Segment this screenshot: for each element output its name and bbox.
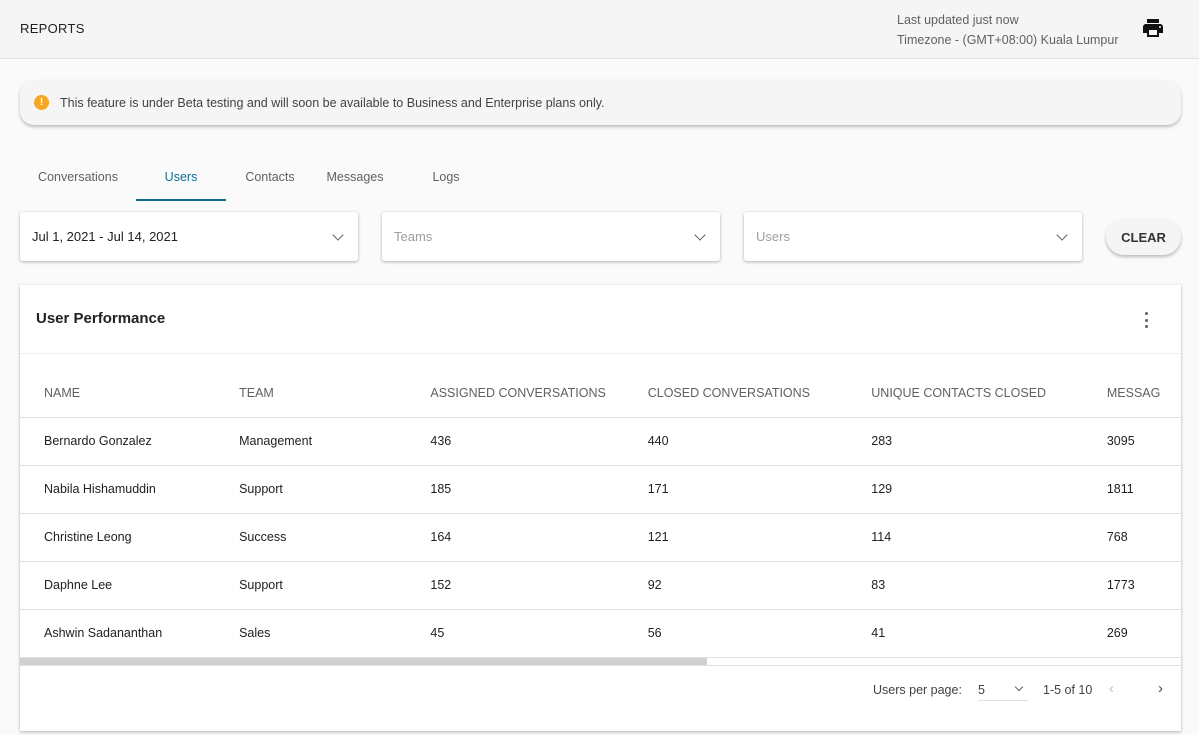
- table-cell: 45: [406, 609, 624, 658]
- card-title: User Performance: [36, 310, 166, 327]
- page-range: 1-5 of 10: [1043, 683, 1093, 697]
- tab-logs[interactable]: Logs: [396, 160, 496, 201]
- more-options-icon[interactable]: [1143, 312, 1149, 328]
- report-meta: Last updated just now Timezone - (GMT+08…: [897, 10, 1119, 50]
- table-cell: 171: [623, 465, 848, 514]
- table-cell: 83: [847, 561, 1083, 610]
- table-cell: 440: [623, 417, 848, 466]
- table-cell: Daphne Lee: [20, 561, 216, 610]
- column-header[interactable]: NAME: [20, 369, 216, 418]
- teams-placeholder: Teams: [394, 229, 433, 244]
- table-cell: Christine Leong: [20, 513, 216, 562]
- chevron-down-icon: [332, 229, 344, 241]
- table-row[interactable]: Ashwin Sadananthan Sales 45 56 41 269: [20, 609, 1181, 658]
- divider: [20, 353, 1181, 354]
- table-row[interactable]: Nabila Hishamuddin Support 185 171 129 1811: [20, 465, 1181, 514]
- table-cell: 152: [406, 561, 624, 610]
- performance-table: NAME TEAM ASSIGNED CONVERSATIONS CLOSED …: [20, 369, 1181, 658]
- report-tabs: Conversations Users Contacts Messages Lo…: [20, 160, 496, 201]
- users-placeholder: Users: [756, 229, 790, 244]
- print-icon[interactable]: [1141, 16, 1165, 40]
- chevron-down-icon: [1056, 229, 1068, 241]
- table-cell: 129: [847, 465, 1083, 514]
- table-row[interactable]: Christine Leong Success 164 121 114 768: [20, 513, 1181, 562]
- warning-icon: !: [34, 95, 49, 110]
- table-cell: 3095: [1082, 417, 1181, 466]
- beta-alert: ! This feature is under Beta testing and…: [20, 80, 1181, 125]
- chevron-down-icon: [1014, 682, 1024, 692]
- table-cell: 436: [406, 417, 624, 466]
- column-header[interactable]: UNIQUE CONTACTS CLOSED: [847, 369, 1083, 418]
- clear-button[interactable]: CLEAR: [1106, 219, 1181, 255]
- tab-conversations[interactable]: Conversations: [20, 160, 136, 201]
- table-cell: 121: [623, 513, 848, 562]
- table-cell: 164: [406, 513, 624, 562]
- column-header[interactable]: MESSAG: [1082, 369, 1181, 418]
- table-cell: Support: [215, 561, 407, 610]
- table-cell: 41: [847, 609, 1083, 658]
- table-cell: Ashwin Sadananthan: [20, 609, 216, 658]
- table-cell: 283: [847, 417, 1083, 466]
- table-cell: 269: [1082, 609, 1181, 658]
- table-cell: Success: [215, 513, 407, 562]
- timezone: Timezone - (GMT+08:00) Kuala Lumpur: [897, 33, 1119, 47]
- alert-text: This feature is under Beta testing and w…: [60, 95, 605, 110]
- last-updated: Last updated just now: [897, 13, 1019, 27]
- tab-messages[interactable]: Messages: [314, 160, 396, 201]
- table-row[interactable]: Bernardo Gonzalez Management 436 440 283 3095: [20, 417, 1181, 466]
- column-header[interactable]: TEAM: [215, 369, 407, 418]
- table-cell: 56: [623, 609, 848, 658]
- table-cell: Support: [215, 465, 407, 514]
- table-cell: Nabila Hishamuddin: [20, 465, 216, 514]
- column-header[interactable]: CLOSED CONVERSATIONS: [623, 369, 848, 418]
- per-page-value: 5: [978, 683, 985, 697]
- table-cell: Sales: [215, 609, 407, 658]
- chevron-down-icon: [694, 229, 706, 241]
- table-cell: Management: [215, 417, 407, 466]
- user-performance-card: User Performance NAME TEAM ASSIGNED CONV…: [20, 285, 1181, 731]
- next-page-icon[interactable]: ›: [1158, 680, 1163, 697]
- teams-select[interactable]: Teams: [382, 212, 720, 261]
- table-cell: 1773: [1082, 561, 1181, 610]
- date-range-value: Jul 1, 2021 - Jul 14, 2021: [32, 229, 178, 244]
- page-title: REPORTS: [20, 21, 85, 36]
- table-header-row: NAME TEAM ASSIGNED CONVERSATIONS CLOSED …: [20, 369, 1181, 418]
- footer-divider: [20, 665, 1181, 666]
- table-cell: 1811: [1082, 465, 1181, 514]
- tab-contacts[interactable]: Contacts: [226, 160, 314, 201]
- horizontal-scrollbar[interactable]: [20, 658, 707, 665]
- tab-users[interactable]: Users: [136, 160, 226, 201]
- table-cell: 114: [847, 513, 1083, 562]
- table-cell: Bernardo Gonzalez: [20, 417, 216, 466]
- table-row[interactable]: Daphne Lee Support 152 92 83 1773: [20, 561, 1181, 610]
- table-cell: 768: [1082, 513, 1181, 562]
- page-header: REPORTS Last updated just now Timezone -…: [0, 0, 1199, 59]
- table-cell: 92: [623, 561, 848, 610]
- per-page-select[interactable]: 5: [978, 682, 1028, 701]
- table-cell: 185: [406, 465, 624, 514]
- per-page-label: Users per page:: [873, 683, 962, 697]
- users-select[interactable]: Users: [744, 212, 1082, 261]
- column-header[interactable]: ASSIGNED CONVERSATIONS: [406, 369, 624, 418]
- date-range-select[interactable]: Jul 1, 2021 - Jul 14, 2021: [20, 212, 358, 261]
- prev-page-icon[interactable]: ‹: [1109, 680, 1114, 697]
